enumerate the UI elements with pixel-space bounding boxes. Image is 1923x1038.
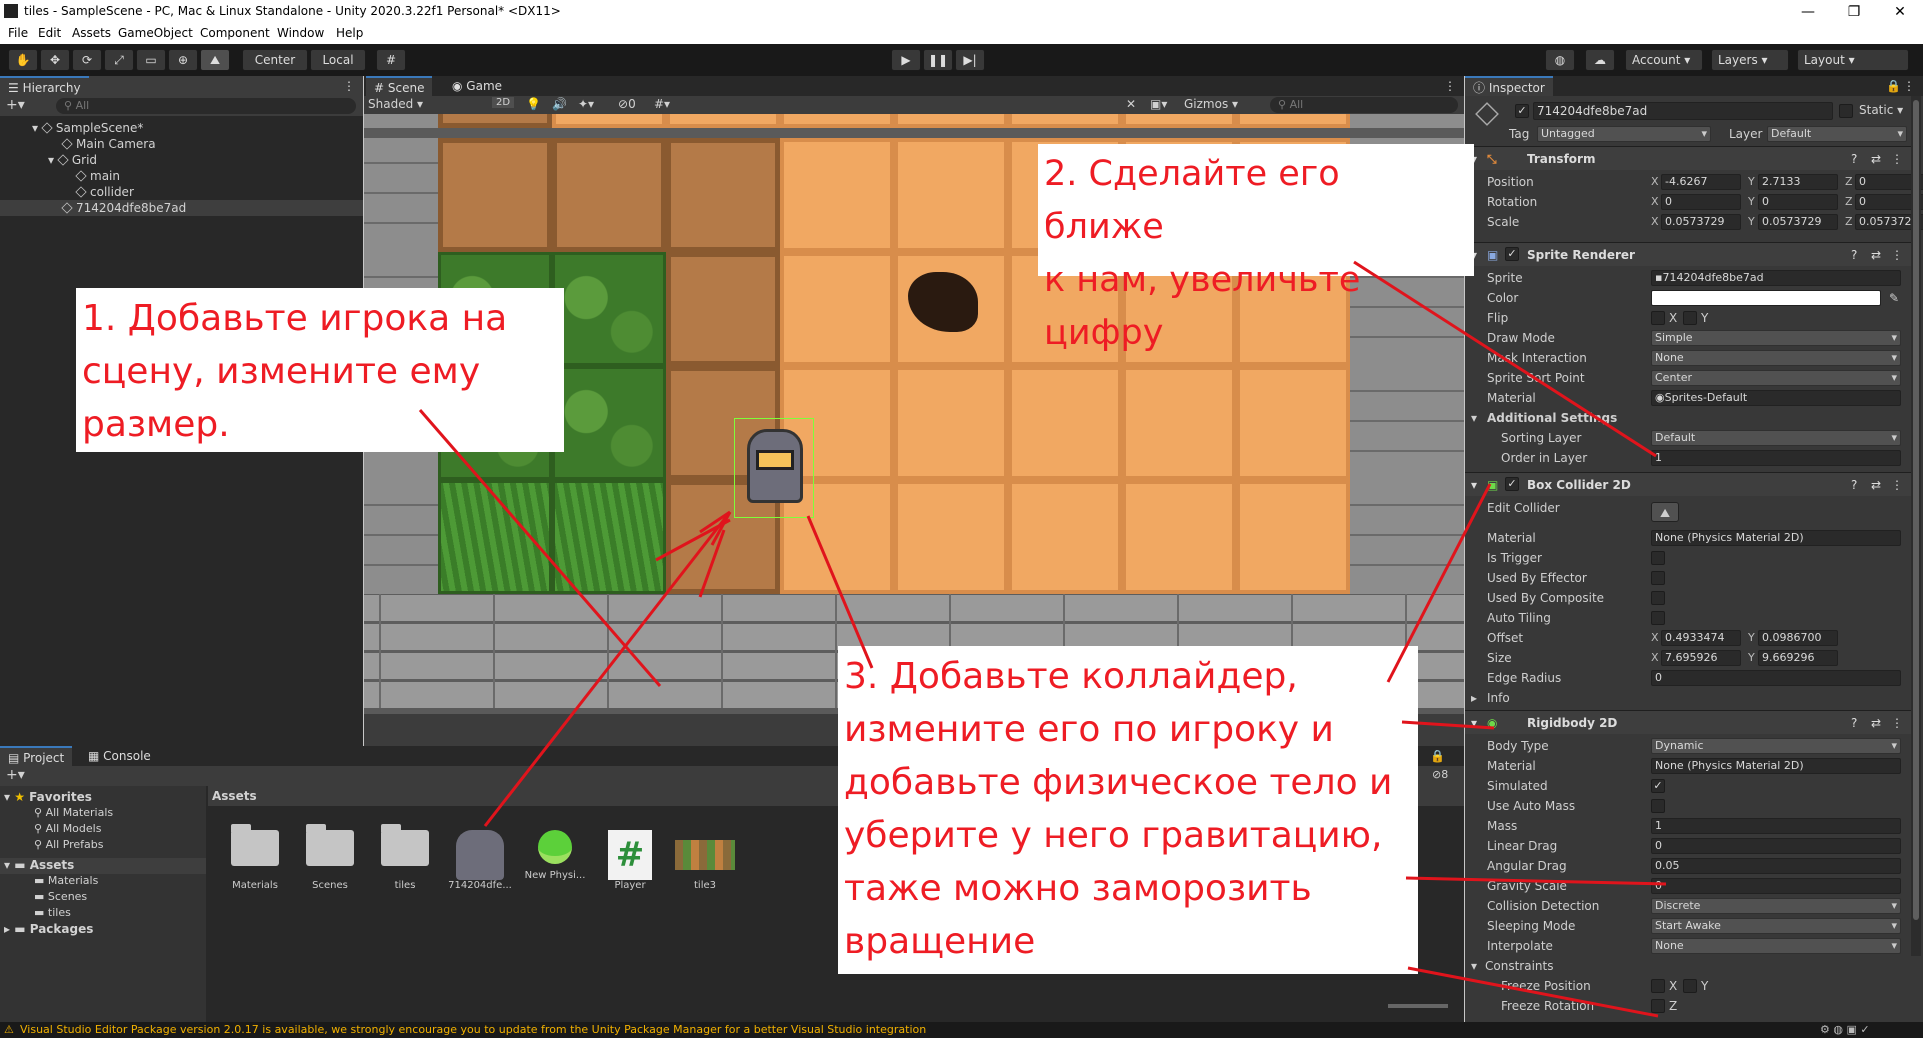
arrow-line: [483, 511, 732, 827]
arrow-line: [698, 529, 726, 598]
arrow-line: [1405, 876, 1667, 886]
arrow-line: [1353, 260, 1657, 458]
annotation-arrows: [418, 260, 1667, 1018]
arrow-line: [1407, 966, 1659, 1018]
arrow-line: [1386, 483, 1492, 683]
arrow-line: [1401, 720, 1495, 730]
arrow-line: [418, 409, 662, 687]
arrow-line: [806, 515, 874, 669]
